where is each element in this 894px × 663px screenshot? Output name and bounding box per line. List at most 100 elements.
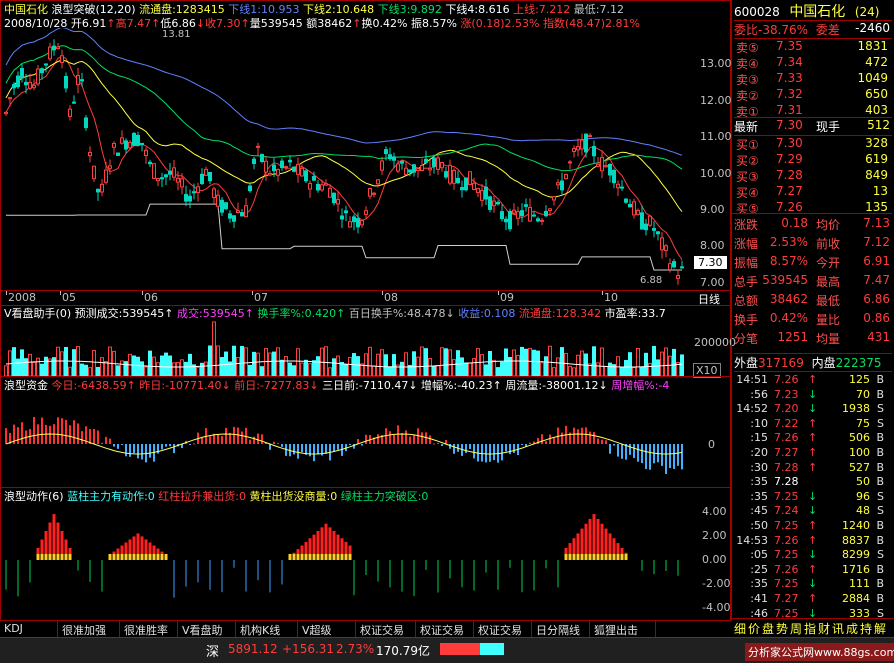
action-chart[interactable] — [0, 502, 690, 618]
tick-arrow: ↑ — [808, 592, 818, 605]
volume-bar — [384, 354, 388, 376]
price-chart[interactable]: $$$ — [0, 28, 694, 290]
volume-bar — [664, 347, 668, 376]
volume-bar — [248, 364, 252, 376]
quote-tab[interactable]: 讯 — [832, 620, 844, 637]
stat-v1: 0.18 — [781, 216, 808, 230]
action-y-tick: -2.00 — [702, 577, 731, 591]
quote-volume: 849 — [865, 168, 888, 182]
volume-bar — [84, 364, 88, 376]
candle-body — [424, 158, 428, 163]
indicator-tab[interactable]: 权证交易C — [416, 621, 474, 651]
indicator-tab[interactable]: 权证交易F — [474, 621, 532, 651]
candle-body — [464, 177, 468, 191]
quote-tab[interactable]: 细 — [734, 620, 746, 637]
candle-body — [360, 220, 364, 226]
fund-chart[interactable] — [0, 392, 690, 486]
fund-bar — [649, 444, 651, 470]
volume-bar — [168, 355, 172, 376]
quote-tab[interactable]: 持 — [860, 620, 872, 637]
volume-bar — [356, 356, 360, 376]
volume-bar — [60, 351, 64, 376]
indicator-tab[interactable]: 狐狸出击 — [590, 621, 656, 637]
action-bar-neg — [401, 560, 403, 592]
quote-tab[interactable]: 解 — [874, 620, 886, 637]
candle-body — [224, 202, 228, 210]
candle-body — [60, 55, 64, 63]
quote-tab[interactable]: 价 — [748, 620, 760, 637]
fund-bar — [73, 420, 75, 444]
candle-body — [28, 81, 32, 89]
tick-price: 7.23 — [774, 387, 799, 401]
action-bar — [52, 514, 56, 560]
fund-bar — [61, 418, 63, 444]
vol_panel-item: 预测成交:539545↑ — [74, 307, 174, 320]
quote-volume: 328 — [865, 136, 888, 150]
candle-body — [212, 188, 216, 199]
volume-bar — [644, 352, 648, 376]
stat-l1: 总额 — [734, 294, 759, 308]
tick-side: B — [876, 519, 884, 532]
action-bar-yellow — [140, 553, 144, 560]
volume-bar — [628, 352, 632, 376]
fund-bar — [21, 422, 23, 444]
volume-bar — [204, 361, 208, 376]
volume-bar — [444, 348, 448, 376]
indicator-tab[interactable]: 日分隔线 — [532, 621, 590, 637]
volume-bar — [348, 357, 352, 376]
volume-bar — [88, 367, 92, 376]
volume-bar — [368, 346, 372, 376]
fund-bar — [97, 430, 99, 444]
date-tick-mark — [60, 291, 61, 295]
stat-row: 涨幅 2.53% 前收 7.12 — [732, 234, 892, 251]
indicator-tab[interactable]: 权证交易B — [356, 621, 416, 651]
action-bar-neg — [269, 560, 271, 593]
volume-bar — [400, 361, 404, 376]
candle-body — [168, 170, 172, 175]
indicator-tab[interactable]: KDJ — [0, 621, 58, 637]
candle-body — [412, 164, 416, 173]
candle-body — [668, 263, 672, 271]
fund-tick-0: 0 — [708, 438, 715, 451]
quote-tab[interactable]: 财 — [818, 620, 830, 637]
quote-tab[interactable]: 成 — [846, 620, 858, 637]
candle-body — [644, 223, 648, 231]
fund-bar — [365, 434, 367, 444]
volume-bar — [508, 356, 512, 376]
fund-bar — [597, 438, 599, 444]
action-bar-yellow — [68, 553, 72, 560]
tick-side: B — [876, 577, 884, 591]
volume-bar — [52, 357, 56, 376]
indicator-tab[interactable]: V超级MACD — [298, 621, 356, 651]
action-bar-yellow — [112, 553, 116, 560]
indicator-tab[interactable]: 很准加强 — [58, 621, 120, 637]
tick-time: :25 — [750, 562, 768, 576]
volume-bar — [372, 365, 376, 376]
indicator-tab[interactable]: 很准胜率 — [120, 621, 178, 637]
fund-bar — [489, 444, 491, 462]
indicator-tab[interactable]: V看盘助手 — [178, 621, 236, 653]
volume-chart[interactable] — [0, 320, 690, 376]
volume-bar — [64, 347, 68, 376]
candle-body — [148, 161, 152, 165]
commission-row: 委比-38.76% 委差 -2460 — [734, 20, 892, 39]
fund-bar — [317, 444, 319, 455]
quote-volume: 135 — [865, 200, 888, 214]
candle-body — [72, 101, 76, 104]
quote-tab[interactable]: 指 — [804, 620, 816, 637]
quote-tab[interactable]: 周 — [790, 620, 802, 637]
fund_panel-item: 增幅%:-40.23↑ — [417, 379, 502, 392]
candle-body — [528, 206, 532, 222]
last-price: 7.30 — [776, 118, 803, 132]
candle-body — [540, 219, 544, 222]
quote-tab[interactable]: 盘 — [762, 620, 774, 637]
volume-bar — [100, 357, 104, 376]
volume-bar — [552, 367, 556, 376]
fund-bar — [453, 444, 455, 454]
quote-tab[interactable]: 势 — [776, 620, 788, 637]
action-bar-yellow — [160, 553, 164, 560]
indicator-tab[interactable]: 机构K线(修 — [236, 621, 298, 653]
candle-body — [660, 237, 664, 251]
quote-price: 7.33 — [776, 71, 803, 85]
candle-body — [196, 186, 200, 194]
